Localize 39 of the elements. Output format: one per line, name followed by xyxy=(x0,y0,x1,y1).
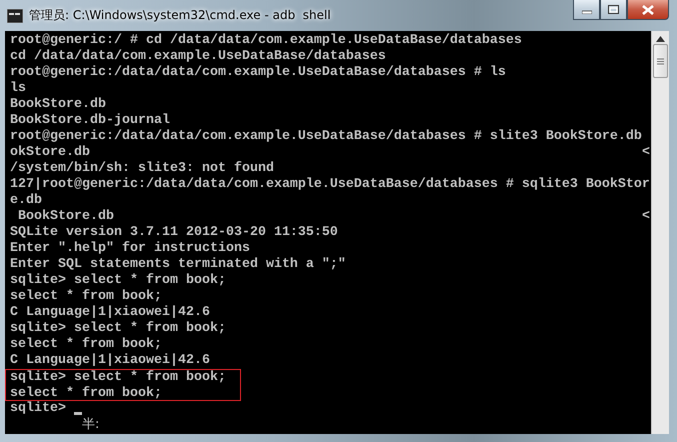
scroll-up-icon[interactable] xyxy=(656,36,665,42)
grip-icon xyxy=(657,58,664,64)
terminal-line: e.db xyxy=(10,193,42,209)
terminal-line: sqlite> select * from book; xyxy=(10,321,226,337)
terminal-line: root@generic:/data/data/com.example.UseDataBase/databases # slite3 BookStore.db xyxy=(10,129,642,145)
window-title: 管理员: C:\Windows\system32\cmd.exe - adb shell xyxy=(29,7,331,24)
maximize-button[interactable] xyxy=(600,0,627,20)
terminal-line: Enter ".help" for instructions xyxy=(10,241,250,257)
close-button[interactable] xyxy=(627,0,669,20)
terminal-line: select * from book; xyxy=(10,386,162,401)
terminal-line: root@generic:/ # cd /data/data/com.example.UseDataBase/databases xyxy=(10,33,522,49)
overflow-marker: < xyxy=(642,145,650,161)
terminal-line: BookStore.db xyxy=(16,209,114,225)
terminal-line: select * from book; xyxy=(10,289,162,305)
terminal-line: C Language|1|xiaowei|42.6 xyxy=(10,353,210,369)
console-icon xyxy=(7,8,23,22)
close-icon xyxy=(642,4,654,14)
overflow-marker: < xyxy=(642,209,650,225)
minimize-button[interactable] xyxy=(573,0,600,20)
terminal-line: root@generic:/data/data/com.example.UseDataBase/databases # ls xyxy=(10,65,506,81)
terminal-line: sqlite> select * from book; xyxy=(10,370,226,386)
terminal-line: cd /data/data/com.example.UseDataBase/databases xyxy=(10,49,386,65)
terminal-line: BookStore.db-journal xyxy=(10,113,170,129)
terminal-line: 127|root@generic:/data/data/com.example.UseDataBase/databases # sqlite3 BookStor xyxy=(10,177,650,193)
terminal-line: ls xyxy=(10,81,26,97)
terminal-line: SQLite version 3.7.11 2012-03-20 11:35:50 xyxy=(10,225,338,241)
scroll-thumb[interactable] xyxy=(653,44,668,78)
terminal-line: C Language|1|xiaowei|42.6 xyxy=(10,305,210,321)
terminal-line: sqlite> select * from book; xyxy=(10,273,226,289)
maximize-icon xyxy=(608,5,619,14)
text-cursor xyxy=(74,412,82,415)
ime-status: 半: xyxy=(82,417,100,433)
terminal-line: okStore.db xyxy=(10,145,90,161)
scrollbar[interactable] xyxy=(651,31,669,434)
terminal-line: /system/bin/sh: slite3: not found xyxy=(10,161,274,177)
command-prompt: sqlite> xyxy=(10,401,66,417)
terminal-line: BookStore.db xyxy=(10,97,106,113)
terminal-line: select * from book; xyxy=(10,337,162,353)
terminal-line: Enter SQL statements terminated with a ";" xyxy=(10,257,346,273)
